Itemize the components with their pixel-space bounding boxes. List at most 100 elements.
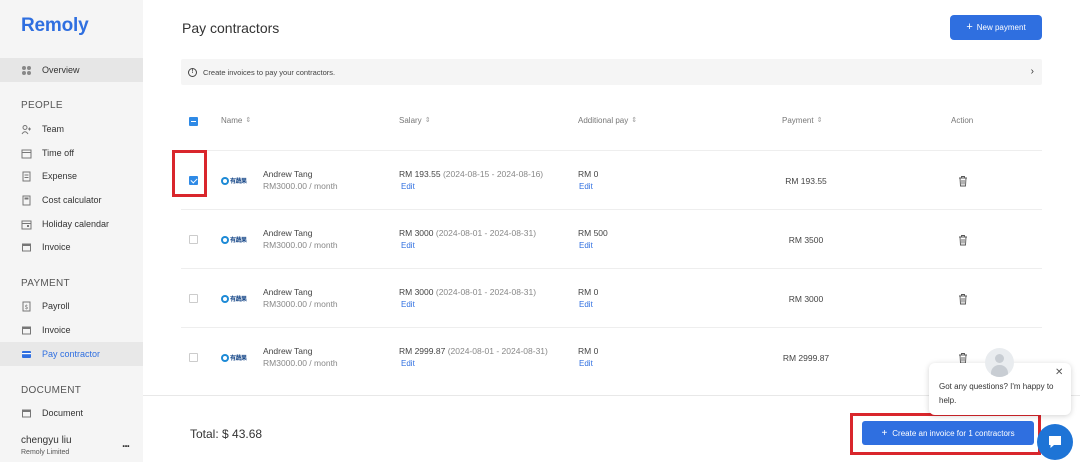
section-label-people: PEOPLE bbox=[21, 100, 63, 111]
grid-icon bbox=[21, 65, 32, 76]
chat-message: Got any questions? I'm happy to help. bbox=[939, 382, 1054, 405]
sidebar-item-label: Document bbox=[42, 408, 84, 418]
column-header-additional-pay[interactable]: Additional pay ⇕ bbox=[578, 116, 637, 125]
edit-additional-pay-link[interactable]: Edit bbox=[579, 300, 593, 309]
payment-value: RM 193.55 bbox=[785, 176, 827, 186]
info-banner[interactable]: ! Create invoices to pay your contractor… bbox=[181, 59, 1042, 85]
page-title: Pay contractors bbox=[182, 20, 280, 36]
edit-salary-link[interactable]: Edit bbox=[401, 300, 415, 309]
sort-icon: ⇕ bbox=[245, 117, 252, 124]
payment-value: RM 2999.87 bbox=[782, 353, 830, 363]
logo[interactable]: Remoly bbox=[21, 15, 89, 37]
sidebar-item-team[interactable]: Team bbox=[0, 117, 143, 141]
table-row: 有蔬果 Andrew Tang RM3000.00 / month RM 300… bbox=[181, 209, 1042, 268]
additional-pay-value: RM 0 bbox=[578, 169, 599, 179]
trash-icon[interactable] bbox=[957, 293, 969, 305]
sidebar-item-pay-contractor[interactable]: Pay contractor bbox=[0, 342, 143, 366]
user-company: Remoly Limited bbox=[21, 449, 70, 456]
contractor-rate: RM3000.00 / month bbox=[263, 181, 338, 191]
sidebar-item-document[interactable]: Document bbox=[0, 401, 143, 425]
sidebar-item-label: Holiday calendar bbox=[42, 219, 110, 229]
column-header-salary[interactable]: Salary ⇕ bbox=[399, 116, 431, 125]
edit-additional-pay-link[interactable]: Edit bbox=[579, 182, 593, 191]
sort-icon: ⇕ bbox=[631, 117, 638, 124]
sort-icon: ⇕ bbox=[816, 117, 823, 124]
contractor-name: Andrew Tang bbox=[263, 346, 313, 356]
sidebar-item-time-off[interactable]: Time off bbox=[0, 141, 143, 165]
sidebar-item-label: Invoice bbox=[42, 325, 71, 335]
column-header-action: Action bbox=[951, 116, 973, 125]
sort-icon: ⇕ bbox=[424, 117, 431, 124]
salary-value: RM 3000 (2024-08-01 - 2024-08-31) bbox=[399, 287, 537, 297]
close-icon[interactable]: ✕ bbox=[1055, 367, 1063, 378]
payment-value: RM 3000 bbox=[788, 294, 824, 304]
new-payment-button[interactable]: + New payment bbox=[950, 15, 1042, 40]
sidebar-item-holiday-calendar[interactable]: Holiday calendar bbox=[0, 212, 143, 236]
agent-avatar bbox=[985, 348, 1014, 377]
row-checkbox[interactable] bbox=[189, 294, 198, 303]
select-all-checkbox[interactable] bbox=[189, 117, 198, 126]
sidebar-item-label: Expense bbox=[42, 171, 78, 181]
contractor-rate: RM3000.00 / month bbox=[263, 299, 338, 309]
company-logo: 有蔬果 bbox=[221, 234, 251, 245]
team-icon bbox=[21, 124, 32, 135]
sidebar-item-label: Time off bbox=[42, 148, 75, 158]
contractor-name: Andrew Tang bbox=[263, 287, 313, 297]
edit-additional-pay-link[interactable]: Edit bbox=[579, 241, 593, 250]
contractor-name: Andrew Tang bbox=[263, 228, 313, 238]
section-label-document: DOCUMENT bbox=[21, 385, 82, 396]
chevron-right-icon: › bbox=[1030, 66, 1034, 77]
row-checkbox[interactable] bbox=[189, 235, 198, 244]
more-options-button[interactable]: ... bbox=[122, 436, 130, 450]
row-checkbox[interactable] bbox=[189, 353, 198, 362]
sidebar-item-invoice-people[interactable]: Invoice bbox=[0, 235, 143, 259]
sidebar-item-label: Payroll bbox=[42, 301, 70, 311]
additional-pay-value: RM 500 bbox=[578, 228, 608, 238]
highlight-box-create-invoice bbox=[850, 413, 1041, 455]
sidebar-item-invoice-payment[interactable]: Invoice bbox=[0, 318, 143, 342]
column-header-payment[interactable]: Payment ⇕ bbox=[782, 116, 822, 125]
sidebar-item-label: Overview bbox=[42, 65, 80, 75]
chat-launcher-button[interactable] bbox=[1037, 424, 1073, 460]
wallet-icon bbox=[21, 349, 32, 360]
table-header: Name ⇕ Salary ⇕ Additional pay ⇕ Payment ⇕ A… bbox=[181, 108, 1042, 134]
edit-additional-pay-link[interactable]: Edit bbox=[579, 359, 593, 368]
section-label-payment: PAYMENT bbox=[21, 278, 70, 289]
column-label: Additional pay bbox=[578, 116, 629, 125]
plus-icon: + bbox=[966, 21, 973, 33]
sidebar-item-label: Cost calculator bbox=[42, 195, 102, 205]
edit-salary-link[interactable]: Edit bbox=[401, 359, 415, 368]
company-logo: 有蔬果 bbox=[221, 352, 251, 363]
info-text: Create invoices to pay your contractors. bbox=[203, 67, 336, 77]
trash-icon[interactable] bbox=[957, 175, 969, 187]
payroll-icon: $ bbox=[21, 301, 32, 312]
sidebar-item-overview[interactable]: Overview bbox=[0, 58, 143, 82]
user-profile[interactable]: chengyu liu Remoly Limited bbox=[21, 435, 72, 456]
sidebar-item-expense[interactable]: Expense bbox=[0, 164, 143, 188]
column-label: Name bbox=[221, 116, 243, 125]
edit-salary-link[interactable]: Edit bbox=[401, 241, 415, 250]
payment-value: RM 3500 bbox=[788, 235, 824, 245]
salary-value: RM 193.55 (2024-08-15 - 2024-08-16) bbox=[399, 169, 544, 179]
column-label: Payment bbox=[782, 116, 814, 125]
column-label: Action bbox=[951, 116, 974, 125]
column-header-name[interactable]: Name ⇕ bbox=[221, 116, 251, 125]
svg-text:$: $ bbox=[25, 304, 29, 311]
sidebar-item-payroll[interactable]: $ Payroll bbox=[0, 294, 143, 318]
contractor-name: Andrew Tang bbox=[263, 169, 313, 179]
invoice-icon bbox=[21, 242, 32, 253]
salary-value: RM 3000 (2024-08-01 - 2024-08-31) bbox=[399, 228, 537, 238]
new-payment-label: New payment bbox=[976, 23, 1026, 32]
sidebar-item-cost-calculator[interactable]: Cost calculator bbox=[0, 188, 143, 212]
additional-pay-value: RM 0 bbox=[578, 346, 599, 356]
sidebar-item-label: Team bbox=[42, 124, 65, 134]
invoice-icon bbox=[21, 325, 32, 336]
sidebar: Remoly Overview PEOPLE Team Time off Exp… bbox=[0, 0, 143, 462]
company-logo: 有蔬果 bbox=[221, 175, 251, 186]
app-root: Remoly Overview PEOPLE Team Time off Exp… bbox=[0, 0, 1080, 462]
edit-salary-link[interactable]: Edit bbox=[401, 182, 415, 191]
table-row: 有蔬果 Andrew Tang RM3000.00 / month RM 300… bbox=[181, 268, 1042, 327]
sidebar-item-label: Pay contractor bbox=[42, 349, 101, 359]
calculator-icon bbox=[21, 195, 32, 206]
trash-icon[interactable] bbox=[957, 234, 969, 246]
